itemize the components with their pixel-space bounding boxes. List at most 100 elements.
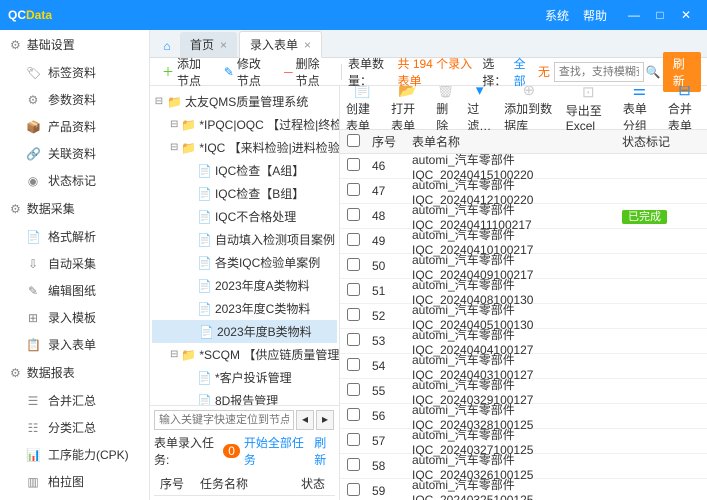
- merge-icon: ⊟: [678, 86, 691, 99]
- table-row[interactable]: 59automi_汽车零部件IQC_20240325100125: [340, 479, 707, 500]
- select-none-link[interactable]: 无: [538, 63, 550, 80]
- tree-node[interactable]: 📄自动填入检测项目案例: [150, 228, 339, 251]
- row-checkbox[interactable]: [347, 258, 360, 271]
- tree-node[interactable]: ⊟📁*SCQM 【供应链质量管理】: [150, 343, 339, 366]
- tree-root[interactable]: ⊟📁太友QMS质量管理系统: [150, 90, 339, 113]
- sidebar: ⚙基础设置 🏷标签资料 ⚙参数资料 📦产品资料 🔗关联资料 ◉状态标记 ⚙数据采…: [0, 30, 150, 500]
- count-value: 共 194 个录入表单: [397, 55, 472, 89]
- tree-node[interactable]: 📄2023年度C类物料: [150, 297, 339, 320]
- tree-next-button[interactable]: ▸: [316, 410, 334, 430]
- sidebar-item-merge[interactable]: ☰合并汇总: [0, 387, 149, 414]
- tree-prev-button[interactable]: ◂: [296, 410, 314, 430]
- toolbar-merge[interactable]: ⊟合并表单: [668, 86, 701, 134]
- row-checkbox[interactable]: [347, 333, 360, 346]
- row-checkbox[interactable]: [347, 358, 360, 371]
- close-button[interactable]: ✕: [673, 2, 699, 28]
- excel-icon: ⊡: [582, 86, 595, 101]
- tab-close-icon[interactable]: ×: [304, 38, 311, 52]
- row-checkbox[interactable]: [347, 408, 360, 421]
- sidebar-item-status[interactable]: ◉状态标记: [0, 167, 149, 194]
- row-checkbox[interactable]: [347, 308, 360, 321]
- gear-icon: ⚙: [10, 366, 21, 380]
- row-checkbox[interactable]: [347, 233, 360, 246]
- flag-icon: ◉: [26, 174, 40, 188]
- file-icon: 📄: [26, 230, 40, 244]
- sidebar-item-form[interactable]: 📋录入表单: [0, 331, 149, 358]
- search-icon[interactable]: 🔍: [646, 65, 661, 79]
- sidebar-item-param[interactable]: ⚙参数资料: [0, 86, 149, 113]
- select-all-link[interactable]: 全部: [514, 55, 532, 89]
- toolbar-new[interactable]: 📄创建表单: [346, 86, 379, 134]
- row-checkbox[interactable]: [347, 483, 360, 496]
- toolbar-append[interactable]: ⊕添加到数据库: [504, 86, 554, 134]
- toolbar-delete[interactable]: 🗑删除: [436, 86, 455, 134]
- row-checkbox[interactable]: [347, 458, 360, 471]
- download-icon: ⇩: [26, 257, 40, 271]
- row-checkbox[interactable]: [347, 383, 360, 396]
- menu-system[interactable]: 系统: [545, 7, 569, 24]
- toolbar-group[interactable]: ☰表单分组: [623, 86, 656, 134]
- sidebar-item-category[interactable]: ☷分类汇总: [0, 414, 149, 441]
- tree-node[interactable]: 📄2023年度B类物料: [152, 320, 337, 343]
- toolbar-open[interactable]: 📂打开表单: [391, 86, 424, 134]
- sidebar-item-label[interactable]: 🏷标签资料: [0, 59, 149, 86]
- col-name[interactable]: 表单名称: [406, 133, 616, 150]
- task-col-status: 状态: [295, 475, 335, 492]
- sidebar-item-ngok[interactable]: NGNG/OK汇总: [0, 495, 149, 500]
- sidebar-group-report[interactable]: ⚙数据报表: [0, 358, 149, 387]
- menu-help[interactable]: 帮助: [583, 7, 607, 24]
- row-checkbox[interactable]: [347, 183, 360, 196]
- sidebar-item-cpk[interactable]: 📊工序能力(CPK): [0, 441, 149, 468]
- tab-close-icon[interactable]: ×: [220, 38, 227, 52]
- sidebar-item-relation[interactable]: 🔗关联资料: [0, 140, 149, 167]
- sidebar-item-product[interactable]: 📦产品资料: [0, 113, 149, 140]
- operation-bar: ＋添加节点 ✎修改节点 ─删除节点 表单数量： 共 194 个录入表单 选择： …: [150, 58, 707, 86]
- search-input[interactable]: [554, 62, 644, 82]
- filter-icon: ▾: [476, 86, 484, 99]
- col-status[interactable]: 状态标记: [616, 133, 707, 150]
- link-icon: 🔗: [26, 147, 40, 161]
- sidebar-item-template[interactable]: ⊞录入模板: [0, 304, 149, 331]
- row-checkbox[interactable]: [347, 283, 360, 296]
- row-checkbox[interactable]: [347, 433, 360, 446]
- tree-node[interactable]: 📄IQC不合格处理: [150, 205, 339, 228]
- toolbar-filter[interactable]: ▾过滤…: [467, 86, 492, 134]
- maximize-button[interactable]: □: [647, 2, 673, 28]
- tag-icon: 🏷: [26, 66, 40, 80]
- open-icon: 📂: [398, 86, 417, 99]
- toolbar-excel[interactable]: ⊡导出至Excel: [566, 86, 611, 133]
- col-seq[interactable]: 序号: [366, 133, 406, 150]
- sidebar-item-auto[interactable]: ⇩自动采集: [0, 250, 149, 277]
- sidebar-group-collect[interactable]: ⚙数据采集: [0, 194, 149, 223]
- tree-node[interactable]: 📄IQC检查【A组】: [150, 159, 339, 182]
- tree-node[interactable]: ⊟📁*IQC 【来料检验|进料检验】: [150, 136, 339, 159]
- sidebar-group-basic[interactable]: ⚙基础设置: [0, 30, 149, 59]
- task-count: 0: [223, 444, 240, 458]
- edit-icon: ✎: [224, 65, 234, 79]
- sidebar-item-parse[interactable]: 📄格式解析: [0, 223, 149, 250]
- bars-icon: ▥: [26, 475, 40, 489]
- table-panel: 📄创建表单 📂打开表单 🗑删除 ▾过滤… ⊕添加到数据库 ⊡导出至Excel ☰…: [340, 86, 707, 500]
- task-refresh-link[interactable]: 刷新: [314, 434, 335, 468]
- tree-node[interactable]: 📄各类IQC检验单案例: [150, 251, 339, 274]
- select-all-checkbox[interactable]: [347, 134, 360, 147]
- tree-node[interactable]: 📄IQC检查【B组】: [150, 182, 339, 205]
- minus-icon: ─: [284, 65, 293, 79]
- category-icon: ☷: [26, 421, 40, 435]
- row-checkbox[interactable]: [347, 208, 360, 221]
- minimize-button[interactable]: —: [621, 2, 647, 28]
- row-checkbox[interactable]: [347, 158, 360, 171]
- sidebar-item-drawing[interactable]: ✎编辑图纸: [0, 277, 149, 304]
- sidebar-item-pareto[interactable]: ▥柏拉图: [0, 468, 149, 495]
- tree-node[interactable]: 📄*客户投诉管理: [150, 366, 339, 389]
- tree-node[interactable]: 📄8D报告管理: [150, 389, 339, 405]
- tree-node[interactable]: ⊟📁*IPQC|OQC 【过程检|终检】: [150, 113, 339, 136]
- status-badge: 已完成: [622, 210, 667, 224]
- task-start-link[interactable]: 开始全部任务: [244, 434, 306, 468]
- task-col-seq: 序号: [154, 475, 194, 492]
- edit-icon: ✎: [26, 284, 40, 298]
- task-label: 表单录入任务:: [154, 434, 219, 468]
- tree-panel: ⊟📁太友QMS质量管理系统⊟📁*IPQC|OQC 【过程检|终检】⊟📁*IQC …: [150, 86, 340, 500]
- tree-search-input[interactable]: [154, 410, 294, 430]
- tree-node[interactable]: 📄2023年度A类物料: [150, 274, 339, 297]
